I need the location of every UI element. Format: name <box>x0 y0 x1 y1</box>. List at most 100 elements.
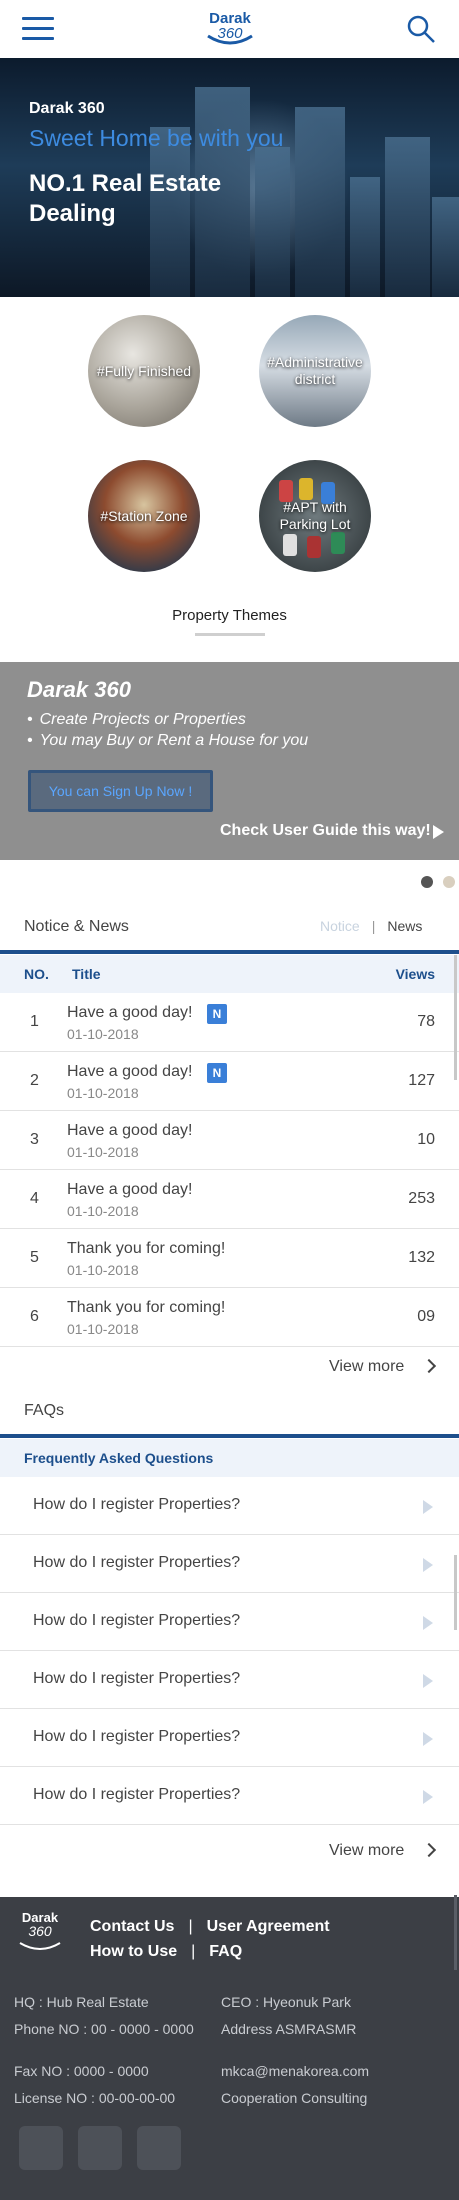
site-logo[interactable]: Darak 360 <box>200 10 260 50</box>
theme-administrative-district[interactable]: #Administrative district <box>259 315 371 427</box>
faq-item[interactable]: How do I register Properties? <box>0 1593 459 1651</box>
promo-bullet: Create Projects or Properties <box>27 709 308 730</box>
triangle-right-icon[interactable] <box>423 1732 433 1746</box>
notice-view-more[interactable]: View more <box>329 1358 404 1376</box>
footer-phone: Phone NO : 00 - 0000 - 0000 <box>14 2021 194 2037</box>
theme-label: #APT with Parking Lot <box>279 499 351 532</box>
faq-link[interactable]: FAQ <box>209 1943 242 1960</box>
social-icon[interactable] <box>78 2126 122 2170</box>
footer-hq: HQ : Hub Real Estate <box>14 1994 149 2010</box>
row-title: Have a good day! <box>67 1122 193 1139</box>
chevron-right-icon[interactable] <box>421 1358 437 1374</box>
faq-question: How do I register Properties? <box>33 1786 241 1803</box>
footer-email[interactable]: mkca@menakorea.com <box>221 2058 369 2085</box>
carousel-dot-active[interactable] <box>421 876 433 888</box>
row-date: 01-10-2018 <box>67 1203 139 1219</box>
triangle-right-icon[interactable] <box>423 1616 433 1630</box>
row-title: Have a good day! <box>67 1004 193 1021</box>
tab-separator: | <box>371 918 376 934</box>
link-separator: | <box>188 1918 193 1935</box>
themes-divider <box>195 633 265 636</box>
triangle-right-icon[interactable] <box>423 1558 433 1572</box>
theme-label: #Station Zone <box>100 507 188 524</box>
user-agreement-link[interactable]: User Agreement <box>207 1918 330 1935</box>
promo-banner: Darak 360 Create Projects or Properties … <box>0 662 459 860</box>
promo-bullet: You may Buy or Rent a House for you <box>27 730 309 751</box>
notice-rule <box>0 950 459 954</box>
faq-section-title: FAQs <box>24 1402 65 1419</box>
row-date: 01-10-2018 <box>67 1321 139 1337</box>
row-date: 01-10-2018 <box>67 1262 139 1278</box>
faq-item[interactable]: How do I register Properties? <box>0 1651 459 1709</box>
top-header: Darak 360 <box>0 0 459 58</box>
new-badge: N <box>207 1063 227 1083</box>
scrollbar[interactable] <box>454 1895 457 1970</box>
row-number: 4 <box>30 1190 39 1207</box>
scrollbar[interactable] <box>454 955 457 1080</box>
carousel-dot[interactable] <box>443 876 455 888</box>
hero-banner: Darak 360 Sweet Home be with you NO.1 Re… <box>0 58 459 297</box>
row-title: Have a good day! <box>67 1181 193 1198</box>
contact-us-link[interactable]: Contact Us <box>90 1918 174 1935</box>
row-views: 09 <box>417 1308 435 1325</box>
footer-logo-number: 360 <box>28 1923 52 1939</box>
user-guide-link[interactable]: Check User Guide this way! <box>220 822 431 840</box>
theme-label: #Administrative district <box>267 354 363 387</box>
footer-ceo: CEO : Hyeonuk Park <box>221 1994 351 2010</box>
table-row[interactable]: 5 Thank you for coming! 01-10-2018 132 <box>0 1229 459 1288</box>
scrollbar[interactable] <box>454 1555 457 1630</box>
triangle-right-icon[interactable] <box>423 1790 433 1804</box>
table-row[interactable]: 1 Have a good day! N 01-10-2018 78 <box>0 993 459 1052</box>
site-footer: Darak 360 Contact Us | User Agreement How … <box>0 1897 459 2200</box>
table-row[interactable]: 2 Have a good day! N 01-10-2018 127 <box>0 1052 459 1111</box>
row-date: 01-10-2018 <box>67 1026 139 1042</box>
row-title: Have a good day! <box>67 1063 193 1080</box>
table-row[interactable]: 3 Have a good day! 01-10-2018 10 <box>0 1111 459 1170</box>
notice-tabs: Notice | News <box>320 918 422 934</box>
triangle-right-icon[interactable] <box>423 1500 433 1514</box>
theme-apt-parking[interactable]: #APT with Parking Lot <box>259 460 371 572</box>
row-views: 10 <box>417 1131 435 1148</box>
row-number: 6 <box>30 1308 39 1325</box>
faq-item[interactable]: How do I register Properties? <box>0 1535 459 1593</box>
faq-view-more[interactable]: View more <box>329 1842 404 1860</box>
logo-swoosh-icon <box>19 1942 61 1950</box>
theme-station-zone[interactable]: #Station Zone <box>88 460 200 572</box>
footer-license: License NO : 00-00-00-00 <box>14 2090 176 2106</box>
table-row[interactable]: 6 Thank you for coming! 01-10-2018 09 <box>0 1288 459 1347</box>
new-badge: N <box>207 1004 227 1024</box>
chevron-right-icon[interactable] <box>421 1842 437 1858</box>
social-icon[interactable] <box>19 2126 63 2170</box>
tab-news[interactable]: News <box>387 918 422 934</box>
faq-question: How do I register Properties? <box>33 1612 241 1629</box>
social-icon[interactable] <box>137 2126 181 2170</box>
footer-ceo-info: CEO : Hyeonuk Park Address ASMRASMR <box>221 1989 356 2043</box>
col-no: NO. <box>24 966 49 982</box>
tab-notice[interactable]: Notice <box>320 918 360 934</box>
faq-table-header: Frequently Asked Questions <box>0 1439 459 1477</box>
hero-headline: NO.1 Real Estate Dealing <box>29 170 222 227</box>
footer-fax: Fax NO : 0000 - 0000 <box>14 2063 149 2079</box>
hamburger-menu-icon[interactable] <box>22 17 54 41</box>
theme-fully-finished[interactable]: #Fully Finished <box>88 315 200 427</box>
footer-address: Address ASMRASMR <box>221 2021 357 2037</box>
table-row[interactable]: 4 Have a good day! 01-10-2018 253 <box>0 1170 459 1229</box>
search-icon[interactable] <box>406 14 436 44</box>
hero-tagline: Sweet Home be with you <box>29 125 284 151</box>
faq-question: How do I register Properties? <box>33 1670 241 1687</box>
faq-item[interactable]: How do I register Properties? <box>0 1709 459 1767</box>
faq-item[interactable]: How do I register Properties? <box>0 1477 459 1535</box>
faq-question: How do I register Properties? <box>33 1728 241 1745</box>
triangle-right-icon[interactable] <box>423 1674 433 1688</box>
footer-logo[interactable]: Darak 360 <box>14 1911 66 1953</box>
footer-contact-info: mkca@menakorea.com Cooperation Consultin… <box>221 2058 369 2112</box>
faq-item[interactable]: How do I register Properties? <box>0 1767 459 1825</box>
signup-button[interactable]: You can Sign Up Now ! <box>28 770 213 812</box>
row-title: Thank you for coming! <box>67 1299 226 1316</box>
how-to-use-link[interactable]: How to Use <box>90 1943 177 1960</box>
footer-company-info: HQ : Hub Real Estate Phone NO : 00 - 000… <box>14 1989 194 2043</box>
footer-cooperation: Cooperation Consulting <box>221 2090 368 2106</box>
play-arrow-icon[interactable] <box>433 825 444 839</box>
col-views: Views <box>395 966 435 982</box>
faq-question: How do I register Properties? <box>33 1554 241 1571</box>
